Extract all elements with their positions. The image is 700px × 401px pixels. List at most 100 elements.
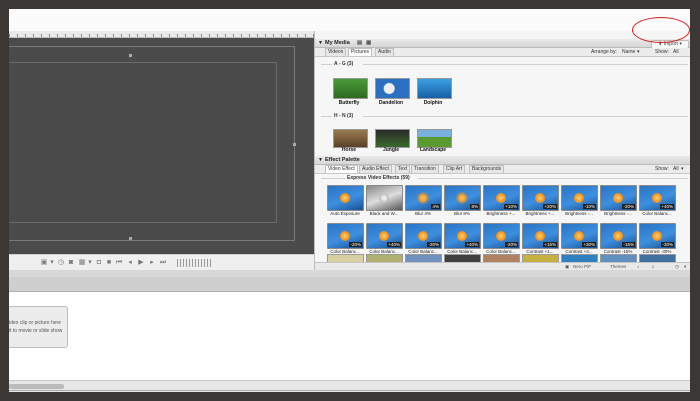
show-select[interactable]: All <box>673 166 679 172</box>
go-end-icon[interactable]: ⏭ <box>159 259 167 267</box>
tab-transition[interactable]: Transition <box>411 165 439 173</box>
drop-hint-line1: ideo clip or picture here <box>9 320 61 326</box>
effect-preview-icon <box>379 231 389 241</box>
effect-preview-icon <box>574 231 584 241</box>
effect-tile[interactable]: +40% <box>444 223 481 249</box>
effect-tabs: Video Effect Audio Effect Text Transitio… <box>315 165 690 174</box>
tab-video-effect[interactable]: Video Effect <box>325 165 358 173</box>
effect-preview-icon <box>496 231 506 241</box>
effect-preview-icon <box>457 231 467 241</box>
effect-tile[interactable]: -30% <box>639 223 676 249</box>
effect-label: Blur 4% <box>415 211 431 216</box>
effect-tile[interactable]: -10% <box>561 185 598 211</box>
clock-icon[interactable]: ◷ <box>57 259 65 267</box>
camera-icon[interactable]: ◘ <box>95 259 103 267</box>
effect-tile[interactable]: +40% <box>639 185 676 211</box>
drop-zone[interactable]: ideo clip or picture here it to movie or… <box>9 306 68 348</box>
effect-tile[interactable]: +10% <box>483 185 520 211</box>
dropdown-icon[interactable]: ▾ <box>49 259 55 267</box>
media-thumb-landscape[interactable] <box>417 129 452 148</box>
show-label: Show: <box>655 49 669 55</box>
next-frame-icon[interactable]: ▸ <box>148 259 156 267</box>
effect-tile[interactable]: +40% <box>366 223 403 249</box>
effect-preview-icon <box>496 193 506 203</box>
effect-label: Brightness -... <box>604 211 632 216</box>
effect-tile[interactable]: -20% <box>405 223 442 249</box>
tab-audio-effect[interactable]: Audio Effect <box>359 165 392 173</box>
group-header: H - N (3) <box>334 113 354 119</box>
effect-badge: +30% <box>582 242 596 247</box>
effect-badge: +40% <box>465 242 479 247</box>
snapshot-icon[interactable]: ◙ <box>67 259 75 267</box>
show-select[interactable]: All <box>673 49 679 55</box>
effect-tile[interactable]: -20% <box>600 185 637 211</box>
tab-pictures[interactable]: Pictures <box>348 48 373 56</box>
media-label: Horse <box>341 147 357 153</box>
resize-handle[interactable] <box>293 143 296 146</box>
effect-palette-title: Effect Palette <box>325 157 360 163</box>
effect-badge: +40% <box>387 242 401 247</box>
section-header: Express Video Effects (59) <box>347 175 410 181</box>
effect-tile[interactable]: +15% <box>522 223 559 249</box>
chevron-down-icon[interactable]: ▾ <box>637 49 640 55</box>
scrollbar-thumb[interactable] <box>9 384 64 389</box>
media-tabs: Videos Pictures Audio Arrange by: Name ▾… <box>315 48 690 57</box>
effect-badge: 8% <box>470 204 479 209</box>
effect-tile[interactable]: -15% <box>600 223 637 249</box>
chevron-down-icon[interactable]: ▾ <box>681 166 684 172</box>
tab-videos[interactable]: Videos <box>325 48 347 56</box>
display-icon[interactable]: ▦ <box>77 259 87 267</box>
video-preview[interactable] <box>9 38 314 254</box>
effect-preview-icon <box>340 193 350 203</box>
collapse-triangle-icon[interactable]: ▼ <box>318 39 323 47</box>
tab-text[interactable]: Text <box>395 165 411 173</box>
drop-hint-line2: it to movie or slide show <box>9 328 63 334</box>
tab-clip-art[interactable]: Clip Art <box>443 165 466 173</box>
effect-tile[interactable] <box>366 185 403 211</box>
effect-label: Black and W... <box>369 211 399 216</box>
effect-tile[interactable]: -20% <box>483 223 520 249</box>
view-list-icon[interactable]: ▤ <box>357 39 362 47</box>
play-icon[interactable]: ▶ <box>137 259 145 267</box>
effect-tile[interactable]: 4% <box>405 185 442 211</box>
effect-tile[interactable] <box>327 185 364 211</box>
effect-badge: -20% <box>349 242 362 247</box>
highlight-circle-annotation <box>632 17 690 43</box>
show-label: Show: <box>655 166 669 172</box>
go-start-icon[interactable]: ⏮ <box>115 259 123 267</box>
divider <box>363 116 688 117</box>
jog-scrubber[interactable] <box>177 259 213 267</box>
collapse-triangle-icon[interactable]: ▼ <box>318 156 323 164</box>
effects-row-partial <box>315 253 690 262</box>
monitor-icon[interactable]: ▣ <box>39 259 49 267</box>
view-grid-icon[interactable]: ▦ <box>366 39 371 47</box>
timeline-scrollbar[interactable] <box>9 380 690 392</box>
effect-tile[interactable]: +30% <box>561 223 598 249</box>
storyboard-area[interactable]: ideo clip or picture here it to movie or… <box>9 292 690 380</box>
effect-preview-icon <box>340 231 350 241</box>
effect-preview-icon <box>535 231 545 241</box>
arrange-by-select[interactable]: Name <box>622 49 635 55</box>
dropdown-icon[interactable]: ▾ <box>87 259 93 267</box>
media-thumb-jungle[interactable] <box>375 129 410 148</box>
stop-icon[interactable]: ■ <box>105 259 113 267</box>
effect-tile[interactable]: -20% <box>327 223 364 249</box>
media-thumb-dolphin[interactable] <box>417 78 452 99</box>
media-thumb-horse[interactable] <box>333 129 368 148</box>
effect-badge: -20% <box>505 242 518 247</box>
effect-preview-icon <box>379 193 389 203</box>
media-thumb-dandelion[interactable] <box>375 78 410 99</box>
preview-ruler <box>9 31 314 38</box>
resize-handle[interactable] <box>129 54 132 57</box>
effect-badge: -30% <box>661 242 674 247</box>
effect-tile[interactable]: 8% <box>444 185 481 211</box>
chevron-down-icon: ▾ <box>679 41 682 47</box>
effect-label: Brightness +... <box>525 211 555 216</box>
effect-tile[interactable]: +20% <box>522 185 559 211</box>
tab-backgrounds[interactable]: Backgrounds <box>469 165 505 173</box>
media-thumb-butterfly[interactable] <box>333 78 368 99</box>
prev-frame-icon[interactable]: ◂ <box>126 259 134 267</box>
resize-handle[interactable] <box>129 237 132 240</box>
effect-label: Brightness -... <box>565 211 593 216</box>
tab-audio[interactable]: Audio <box>375 48 394 56</box>
